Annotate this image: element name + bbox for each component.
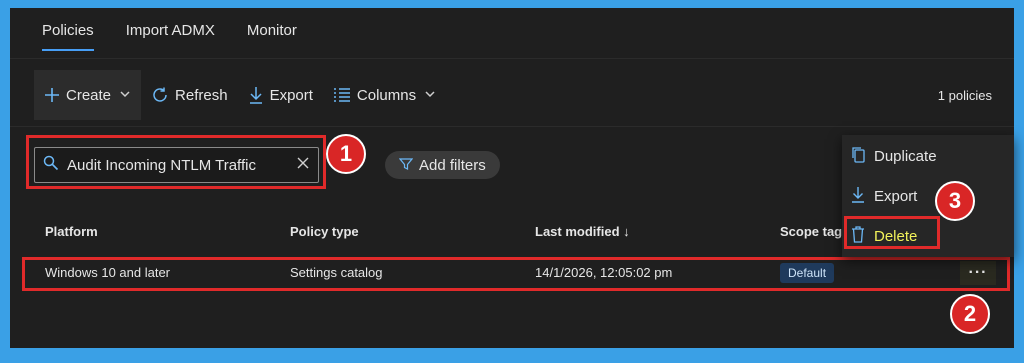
menu-item-duplicate[interactable]: Duplicate <box>850 146 937 167</box>
cell-policy-type: Settings catalog <box>290 265 383 280</box>
export-button[interactable]: Export <box>238 70 323 120</box>
tab-divider <box>10 58 1014 59</box>
scope-tag-badge: Default <box>780 263 835 283</box>
create-button[interactable]: Create <box>34 70 142 120</box>
create-label: Create <box>66 86 112 104</box>
delete-highlight-box <box>844 216 940 249</box>
search-icon <box>43 155 59 176</box>
chevron-down-icon <box>119 88 131 103</box>
annotation-badge-1: 1 <box>326 134 366 174</box>
table-row[interactable] <box>22 257 1010 291</box>
tab-bar: Policies Import ADMX Monitor <box>42 22 329 51</box>
columns-label: Columns <box>356 86 417 104</box>
more-actions-button[interactable]: ··· <box>960 261 996 285</box>
cell-platform: Windows 10 and later <box>45 265 171 280</box>
toolbar-divider <box>10 126 1014 127</box>
column-header-policy-type[interactable]: Policy type <box>290 224 359 239</box>
export-label: Export <box>269 86 313 104</box>
filter-icon <box>398 157 414 174</box>
policies-panel: Policies Import ADMX Monitor Create Refr… <box>10 8 1014 348</box>
tab-monitor[interactable]: Monitor <box>247 22 297 51</box>
columns-icon <box>333 87 351 103</box>
column-header-scope-tag[interactable]: Scope tag <box>780 224 842 239</box>
search-value: Audit Incoming NTLM Traffic <box>67 156 256 174</box>
tab-policies[interactable]: Policies <box>42 22 94 51</box>
search-input[interactable]: Audit Incoming NTLM Traffic <box>34 147 319 183</box>
download-icon <box>850 186 866 207</box>
columns-button[interactable]: Columns <box>323 70 446 120</box>
policy-count: 1 policies <box>937 88 992 103</box>
menu-item-export[interactable]: Export <box>850 186 917 207</box>
toolbar: Create Refresh Export Columns <box>34 70 446 120</box>
close-icon[interactable] <box>296 156 310 175</box>
refresh-button[interactable]: Refresh <box>141 70 238 120</box>
annotation-badge-3: 3 <box>935 181 975 221</box>
cell-last-modified: 14/1/2026, 12:05:02 pm <box>535 265 673 280</box>
add-filters-button[interactable]: Add filters <box>385 151 500 179</box>
refresh-icon <box>151 86 169 104</box>
duplicate-label: Duplicate <box>874 148 937 165</box>
add-filters-label: Add filters <box>419 156 486 174</box>
column-header-last-modified[interactable]: Last modified ↓ <box>535 224 630 239</box>
refresh-label: Refresh <box>175 86 228 104</box>
export-menu-label: Export <box>874 188 918 205</box>
tab-import-admx[interactable]: Import ADMX <box>126 22 215 51</box>
download-icon <box>248 86 264 104</box>
chevron-down-icon <box>424 88 436 103</box>
column-header-platform[interactable]: Platform <box>45 224 98 239</box>
plus-icon <box>44 87 60 103</box>
annotation-badge-2: 2 <box>950 294 990 334</box>
copy-icon <box>850 146 866 167</box>
